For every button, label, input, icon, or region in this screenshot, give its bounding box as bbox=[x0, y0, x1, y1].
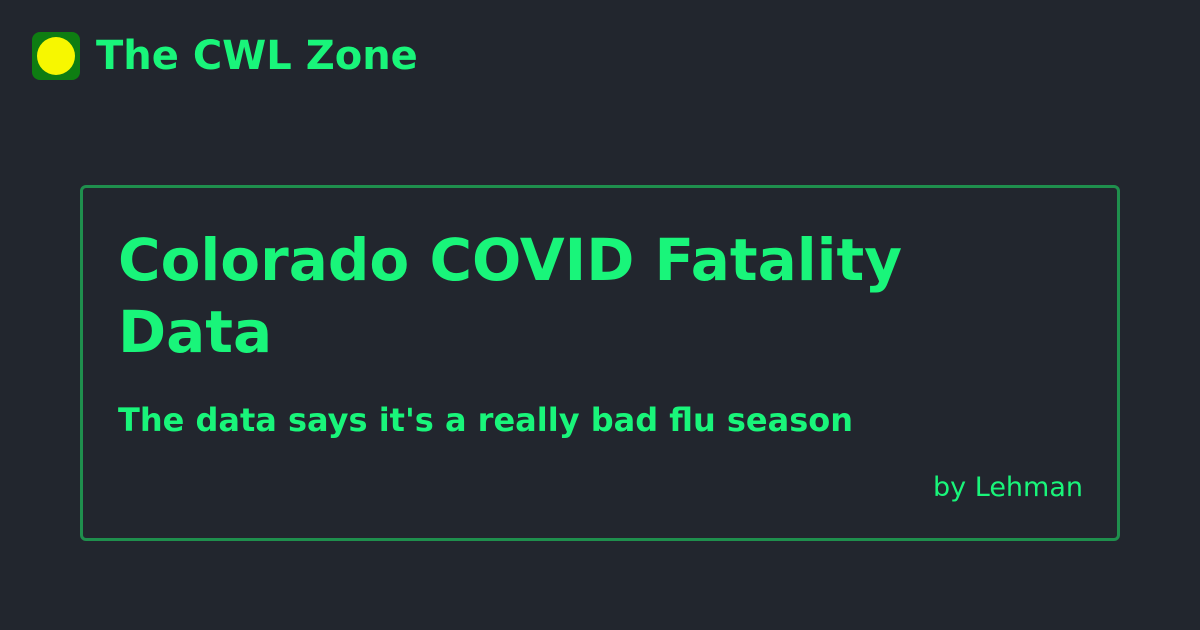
site-brand[interactable]: The CWL Zone bbox=[32, 32, 418, 80]
article-subtitle: The data says it's a really bad flu seas… bbox=[118, 401, 854, 439]
yellow-circle-icon bbox=[37, 37, 75, 75]
article-card: Colorado COVID Fatality Data The data sa… bbox=[80, 185, 1120, 541]
article-author: by Lehman bbox=[933, 472, 1083, 503]
site-name[interactable]: The CWL Zone bbox=[96, 32, 418, 80]
article-title: Colorado COVID Fatality Data bbox=[118, 226, 903, 366]
site-logo-icon bbox=[32, 32, 80, 80]
